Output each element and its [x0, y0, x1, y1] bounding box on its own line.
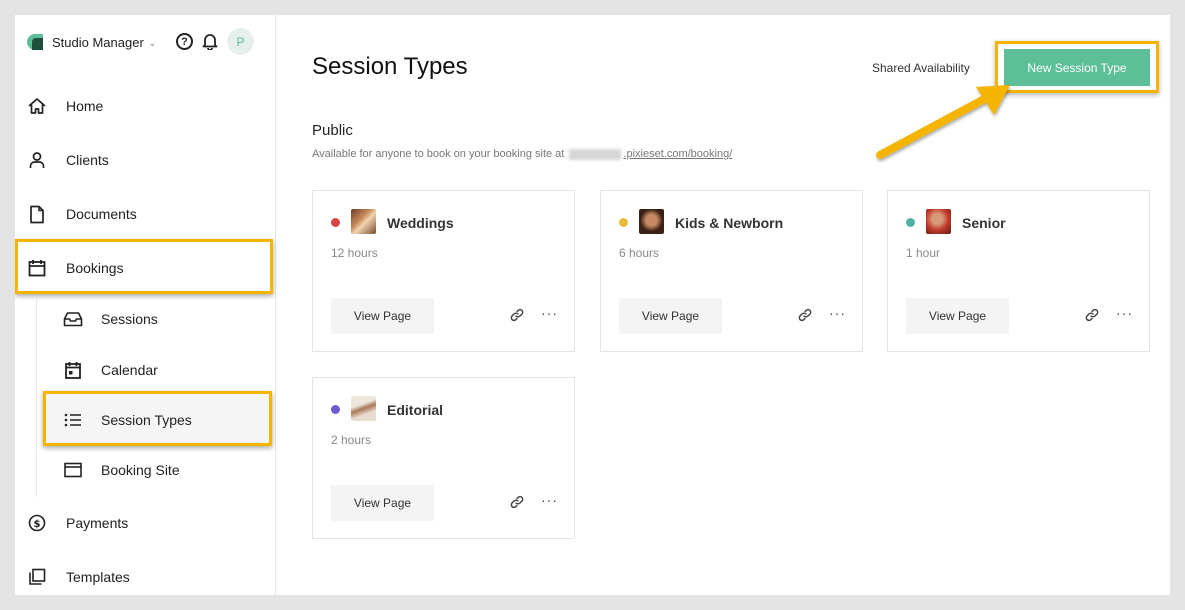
redacted-subdomain — [569, 148, 622, 160]
list-icon — [63, 410, 83, 430]
avatar[interactable]: P — [227, 28, 254, 55]
section-title: Public — [312, 122, 353, 139]
sidebar-item-payments[interactable]: $ Payments — [27, 511, 128, 535]
more-options-icon[interactable]: ··· — [829, 305, 846, 321]
chevron-down-icon[interactable]: ⌄ — [149, 38, 157, 49]
session-thumbnail — [351, 209, 376, 234]
sidebar-item-label: Calendar — [101, 362, 158, 378]
sidebar-item-label: Session Types — [101, 412, 192, 428]
session-name: Editorial — [387, 402, 444, 418]
calendar-icon — [27, 258, 47, 278]
bell-icon[interactable] — [202, 32, 218, 55]
inbox-icon — [63, 309, 83, 329]
subnav-divider — [36, 297, 37, 497]
sidebar-item-sessions[interactable]: Sessions — [63, 307, 158, 331]
session-card-editorial[interactable]: Editorial 2 hours View Page ··· — [312, 377, 575, 539]
sidebar-item-home[interactable]: Home — [27, 94, 103, 118]
browser-window-icon — [63, 460, 83, 480]
document-icon — [27, 204, 47, 224]
sidebar-item-label: Bookings — [66, 260, 124, 276]
session-name: Weddings — [387, 215, 454, 231]
home-icon — [27, 96, 47, 116]
sidebar-item-label: Clients — [66, 152, 109, 168]
view-page-button[interactable]: View Page — [619, 298, 722, 334]
sidebar-item-label: Payments — [66, 515, 129, 531]
sidebar-item-label: Templates — [66, 569, 130, 585]
session-card-senior[interactable]: Senior 1 hour View Page ··· — [887, 190, 1150, 352]
session-card-weddings[interactable]: Weddings 12 hours View Page ··· — [312, 190, 575, 352]
more-options-icon[interactable]: ··· — [541, 492, 558, 508]
link-icon[interactable] — [1085, 308, 1099, 327]
shared-availability-link[interactable]: Shared Availability — [872, 61, 970, 75]
session-thumbnail — [639, 209, 664, 234]
status-dot — [331, 218, 340, 227]
view-page-button[interactable]: View Page — [331, 485, 434, 521]
sidebar-header: Studio Manager ⌄ ? P — [27, 27, 262, 57]
more-options-icon[interactable]: ··· — [1116, 305, 1133, 321]
session-duration: 6 hours — [619, 246, 660, 260]
sidebar-item-label: Documents — [66, 206, 137, 222]
section-description: Available for anyone to book on your boo… — [312, 148, 732, 160]
session-name: Senior — [962, 215, 1006, 231]
dollar-circle-icon: $ — [27, 513, 47, 533]
session-thumbnail — [351, 396, 376, 421]
view-page-button[interactable]: View Page — [906, 298, 1009, 334]
session-card-kids-newborn[interactable]: Kids & Newborn 6 hours View Page ··· — [600, 190, 863, 352]
sidebar-item-templates[interactable]: Templates — [27, 565, 130, 589]
studio-switcher[interactable]: Studio Manager — [52, 35, 144, 50]
link-icon[interactable] — [510, 495, 524, 514]
section-description-text: Available for anyone to book on your boo… — [312, 148, 565, 160]
session-name: Kids & Newborn — [675, 215, 784, 231]
session-duration: 2 hours — [331, 433, 372, 447]
view-page-button[interactable]: View Page — [331, 298, 434, 334]
new-session-type-button[interactable]: New Session Type — [1004, 49, 1150, 86]
sidebar-item-documents[interactable]: Documents — [27, 202, 137, 226]
sidebar-item-label: Home — [66, 98, 104, 114]
person-icon — [27, 150, 47, 170]
svg-text:$: $ — [34, 519, 41, 530]
help-icon[interactable]: ? — [176, 33, 193, 50]
session-duration: 12 hours — [331, 246, 378, 260]
status-dot — [619, 218, 628, 227]
status-dot — [331, 405, 340, 414]
sidebar-item-calendar[interactable]: Calendar — [63, 358, 158, 382]
more-options-icon[interactable]: ··· — [541, 305, 558, 321]
sidebar-item-booking-site[interactable]: Booking Site — [63, 458, 180, 482]
session-thumbnail — [926, 209, 951, 234]
sidebar-item-label: Sessions — [101, 311, 158, 327]
sidebar-item-bookings[interactable]: Bookings — [27, 256, 124, 280]
booking-site-link[interactable]: .pixieset.com/booking/ — [623, 148, 732, 160]
link-icon[interactable] — [798, 308, 812, 327]
session-duration: 1 hour — [906, 246, 941, 260]
page-title: Session Types — [312, 53, 468, 80]
copy-stack-icon — [27, 567, 47, 587]
calendar-day-icon — [63, 360, 83, 380]
sidebar-item-label: Booking Site — [101, 462, 180, 478]
status-dot — [906, 218, 915, 227]
annotation-arrow-icon — [876, 85, 1010, 159]
app-window: Studio Manager ⌄ ? P Home Clients Docume… — [15, 15, 1170, 595]
sidebar: Studio Manager ⌄ ? P Home Clients Docume… — [15, 15, 276, 595]
studio-logo-icon — [27, 34, 43, 50]
sidebar-item-session-types[interactable]: Session Types — [63, 408, 192, 432]
link-icon[interactable] — [510, 308, 524, 327]
sidebar-item-clients[interactable]: Clients — [27, 148, 109, 172]
